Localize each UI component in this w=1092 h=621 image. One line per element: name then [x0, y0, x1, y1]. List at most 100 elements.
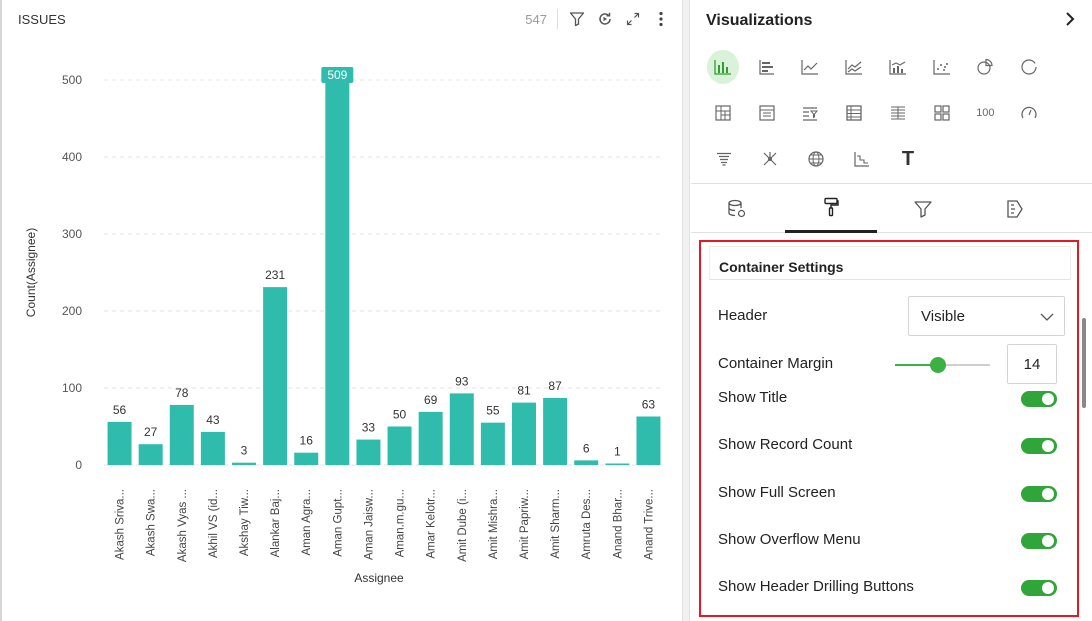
globe-map-icon[interactable]	[799, 142, 833, 176]
data-label: 16	[300, 434, 314, 448]
toggle-knob	[1042, 582, 1054, 594]
text-icon[interactable]: T	[891, 142, 925, 176]
x-axis-title: Assignee	[354, 571, 404, 585]
margin-input[interactable]: 14	[1007, 344, 1057, 384]
panel-resize-handle[interactable]	[682, 0, 690, 621]
scatter-chart-icon[interactable]	[926, 50, 958, 84]
data-label: 93	[455, 374, 469, 388]
toggle-switch[interactable]	[1021, 391, 1057, 407]
toggle-switch[interactable]	[1021, 580, 1057, 596]
tab-data-source[interactable]	[691, 184, 783, 233]
data-label: 231	[265, 268, 285, 282]
data-label: 56	[113, 403, 127, 417]
settings-tabs	[691, 183, 1092, 233]
y-tick-label: 0	[75, 458, 82, 472]
y-axis-title: Count(Assignee)	[24, 228, 38, 317]
tab-drill[interactable]	[969, 184, 1061, 233]
data-label: 43	[206, 413, 220, 427]
step-chart-icon[interactable]	[845, 142, 879, 176]
properties-panel: Visualizations 100 T Container Settings …	[691, 0, 1092, 621]
network-icon[interactable]	[753, 142, 787, 176]
horizontal-bar-icon[interactable]	[751, 50, 783, 84]
detail-table-icon[interactable]	[882, 96, 914, 130]
chart-bar	[263, 287, 288, 465]
x-tick-label: Amruta Des...	[581, 489, 593, 559]
settings-scrollbar[interactable]	[1082, 318, 1086, 408]
y-tick-label: 100	[62, 381, 82, 395]
bar-chart: 0 100 200 300 400 500 Count(Assignee) Assignee 5…	[24, 67, 664, 585]
margin-slider-thumb[interactable]	[929, 357, 946, 373]
viz-row	[707, 48, 1057, 86]
x-tick-label: Aman Jaisw...	[363, 489, 375, 560]
filter-icon[interactable]	[568, 10, 586, 28]
data-label: 55	[486, 404, 500, 418]
data-label: 87	[548, 379, 562, 393]
toggle-setting-label: Show Overflow Menu	[718, 531, 861, 548]
pie-chart-icon[interactable]	[970, 50, 1002, 84]
margin-slider[interactable]	[895, 357, 990, 373]
expand-icon[interactable]	[624, 10, 642, 28]
visualizations-title: Visualizations	[706, 12, 813, 29]
data-label: 63	[642, 397, 656, 411]
chart-bar	[418, 411, 443, 465]
toggle-setting-row: Show Record Count	[718, 436, 1063, 456]
record-count: 547	[525, 11, 547, 27]
line-chart-icon[interactable]	[795, 50, 827, 84]
y-tick-label: 500	[62, 73, 82, 87]
data-source-icon	[728, 199, 746, 217]
toggle-knob	[1042, 393, 1054, 405]
margin-label: Container Margin	[718, 355, 834, 372]
toggle-setting-row: Show Full Screen	[718, 484, 1063, 504]
y-tick-label: 200	[62, 304, 82, 318]
header-select[interactable]: Visible	[908, 296, 1065, 336]
data-label: 81	[517, 384, 531, 398]
kpi-number-icon[interactable]: 100	[970, 96, 1002, 130]
tab-filter[interactable]	[877, 184, 969, 233]
x-tick-label: Alankar Baj...	[270, 489, 282, 557]
x-tick-label: Amit Mishra...	[488, 489, 500, 559]
x-tick-label: Akash Swa...	[146, 489, 158, 556]
bar-chart-icon[interactable]	[707, 50, 739, 84]
data-label: 78	[175, 386, 189, 400]
toggle-switch[interactable]	[1021, 533, 1057, 549]
header-setting-row: Header Visible	[718, 296, 1065, 336]
grid-table-icon[interactable]	[838, 96, 870, 130]
toggle-switch[interactable]	[1021, 486, 1057, 502]
container-settings-highlight: Container Settings Header Visible Contai…	[699, 240, 1079, 617]
filter-table-icon[interactable]	[795, 96, 827, 130]
donut-chart-icon[interactable]	[1013, 50, 1045, 84]
funnel-icon[interactable]	[707, 142, 741, 176]
refresh-icon[interactable]	[596, 10, 614, 28]
toolbar-separator	[557, 9, 558, 29]
chart-bar	[356, 439, 381, 465]
more-vertical-icon[interactable]	[652, 10, 670, 28]
chevron-down-icon	[1040, 309, 1054, 326]
chart-bar	[294, 452, 319, 465]
x-tick-label: Amit Papriw...	[519, 489, 531, 559]
chart-bar	[200, 431, 225, 465]
combo-chart-icon[interactable]	[882, 50, 914, 84]
data-label: 50	[393, 408, 407, 422]
x-tick-label: Akhil VS (id...	[208, 489, 220, 558]
chart-bar	[480, 422, 505, 465]
pivot-table-icon[interactable]	[707, 96, 739, 130]
container-settings-section: Container Settings Header Visible Contai…	[709, 246, 1071, 614]
toggle-setting-row: Show Title	[718, 389, 1063, 409]
list-table-icon[interactable]	[751, 96, 783, 130]
chart-bar	[605, 463, 630, 465]
area-chart-icon[interactable]	[838, 50, 870, 84]
gauge-icon[interactable]	[1013, 96, 1045, 130]
panel-toolbar: 547	[525, 8, 670, 30]
chart-bar	[138, 444, 163, 465]
panel-title: ISSUES	[18, 12, 66, 27]
toggle-switch[interactable]	[1021, 438, 1057, 454]
card-grid-icon[interactable]	[926, 96, 958, 130]
chart-bar	[169, 404, 194, 465]
viz-row: 100	[707, 94, 1057, 132]
chart-bar	[574, 460, 599, 465]
data-label: 27	[144, 425, 158, 439]
data-label: 6	[583, 441, 590, 455]
chevron-right-icon[interactable]	[1064, 11, 1076, 32]
tab-format[interactable]	[785, 184, 877, 233]
chart-bar	[387, 426, 412, 465]
